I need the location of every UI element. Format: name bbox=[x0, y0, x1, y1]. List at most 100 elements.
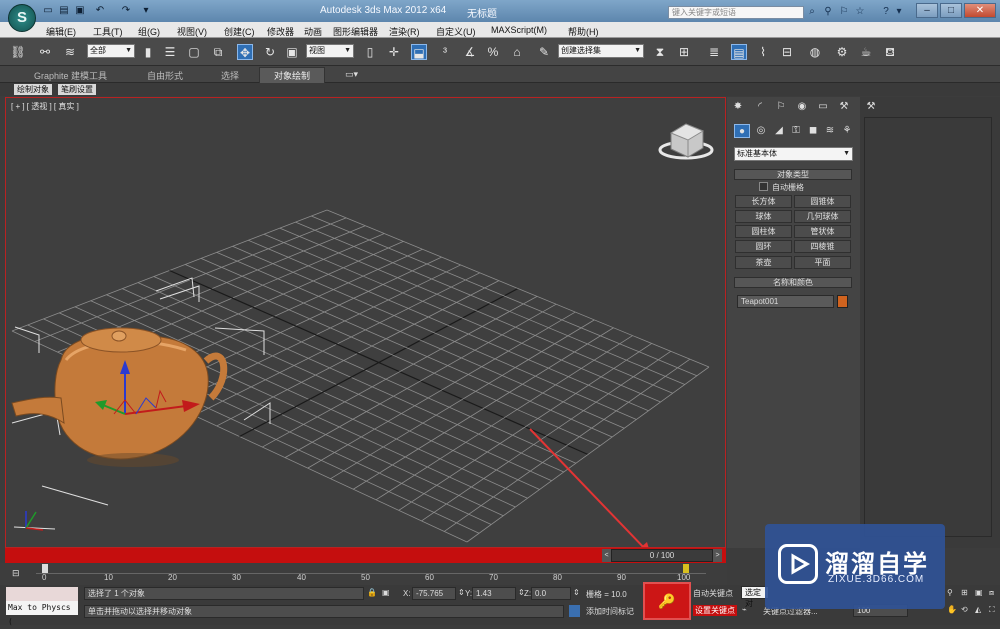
geometry-icon[interactable]: ● bbox=[734, 124, 750, 138]
tube-button[interactable]: 管状体 bbox=[794, 225, 851, 238]
lock-selection-icon[interactable]: 🔒 bbox=[367, 588, 377, 597]
pan-view-icon[interactable]: ✋ bbox=[947, 605, 957, 614]
render-setup-icon[interactable]: ⚙ bbox=[834, 44, 850, 60]
display-tab-icon[interactable]: ▭ bbox=[815, 100, 831, 114]
time-slider[interactable]: < 0 / 100 > bbox=[5, 548, 726, 563]
reference-coordinate-dropdown[interactable]: 视图 ▼ bbox=[306, 44, 354, 58]
rendered-frame-icon[interactable]: ☕ bbox=[858, 44, 874, 60]
object-type-rollout-header[interactable]: 对象类型 bbox=[734, 169, 852, 180]
utilities-tab-icon[interactable]: ⚒ bbox=[836, 100, 852, 114]
maximize-viewport-icon[interactable]: ⛶ bbox=[989, 605, 995, 615]
cylinder-button[interactable]: 圆柱体 bbox=[735, 225, 792, 238]
menu-views[interactable]: 视图(V) bbox=[177, 25, 207, 38]
quick-access-dropdown-icon[interactable]: ▾ bbox=[140, 5, 152, 16]
menu-maxscript[interactable]: MAXScript(M) bbox=[491, 25, 547, 35]
cone-button[interactable]: 圆锥体 bbox=[794, 195, 851, 208]
window-crossing-icon[interactable]: ⧉ bbox=[210, 44, 226, 60]
unlink-icon[interactable]: ⚯ bbox=[37, 44, 53, 60]
object-name-input[interactable]: Teapot001 bbox=[737, 295, 834, 308]
ribbon-minimize-icon[interactable]: ▭▾ bbox=[345, 69, 358, 80]
set-key-button[interactable]: 设置关键点 bbox=[693, 605, 737, 616]
menu-help[interactable]: 帮助(H) bbox=[568, 25, 599, 38]
autogrid-checkbox[interactable] bbox=[759, 182, 768, 191]
curve-editor-icon[interactable]: ⌇ bbox=[755, 44, 771, 60]
select-and-move-icon[interactable]: ✥ bbox=[237, 44, 253, 60]
select-and-rotate-icon[interactable]: ↻ bbox=[262, 44, 278, 60]
open-file-icon[interactable]: ▤ bbox=[58, 5, 70, 16]
panel-tab-icon[interactable]: ⚒ bbox=[863, 100, 879, 114]
motion-tab-icon[interactable]: ◉ bbox=[794, 100, 810, 114]
render-production-icon[interactable]: ⛾ bbox=[882, 44, 898, 60]
tab-graphite-modeling[interactable]: Graphite 建模工具 bbox=[34, 69, 107, 82]
align-icon[interactable]: ⊞ bbox=[676, 44, 692, 60]
x-spinner-icon[interactable]: ⇕ bbox=[458, 588, 465, 597]
modify-tab-icon[interactable]: ◜ bbox=[752, 100, 768, 114]
box-button[interactable]: 长方体 bbox=[735, 195, 792, 208]
cameras-icon[interactable]: ⚿ bbox=[788, 124, 804, 138]
geosphere-button[interactable]: 几何球体 bbox=[794, 210, 851, 223]
time-slider-thumb[interactable]: 0 / 100 bbox=[611, 549, 713, 562]
help-icon[interactable]: ? bbox=[880, 6, 892, 18]
redo-icon[interactable]: ↷ bbox=[120, 5, 132, 16]
menu-create[interactable]: 创建(C) bbox=[224, 25, 255, 38]
angle-snap-icon[interactable]: ∡ bbox=[462, 44, 478, 60]
menu-rendering[interactable]: 渲染(R) bbox=[389, 25, 420, 38]
zoom-extents-icon[interactable]: ▣ bbox=[975, 588, 983, 597]
time-tag-icon[interactable] bbox=[569, 605, 580, 617]
maxscript-mini-listener[interactable] bbox=[6, 587, 78, 601]
subscription-icon[interactable]: ⚲ bbox=[822, 6, 834, 18]
maximize-button[interactable]: □ bbox=[940, 3, 962, 18]
spinner-snap-icon[interactable]: ⌂ bbox=[509, 44, 525, 60]
viewport-label[interactable]: [ + ] [ 透视 ] [ 真实 ] bbox=[11, 101, 79, 112]
subtab-paint-objects[interactable]: 绘制对象 bbox=[14, 84, 52, 95]
search-input[interactable]: 键入关键字或短语 bbox=[668, 6, 804, 19]
menu-edit[interactable]: 编辑(E) bbox=[46, 25, 76, 38]
layer-manager-icon[interactable]: ≣ bbox=[706, 44, 722, 60]
graphite-toggle-icon[interactable]: ▤ bbox=[731, 44, 747, 60]
selection-filter-dropdown[interactable]: 全部 ▼ bbox=[87, 44, 135, 58]
time-slider-prev-icon[interactable]: < bbox=[602, 549, 611, 562]
tab-freeform[interactable]: 自由形式 bbox=[147, 69, 183, 82]
teapot-object[interactable] bbox=[11, 327, 228, 467]
auto-key-button[interactable]: 自动关键点 bbox=[693, 588, 733, 599]
y-coordinate-field[interactable]: 1.43 bbox=[472, 587, 516, 600]
space-warps-icon[interactable]: ≋ bbox=[822, 124, 838, 138]
rectangular-region-icon[interactable]: ▢ bbox=[186, 44, 202, 60]
z-coordinate-field[interactable]: 0.0 bbox=[531, 587, 571, 600]
edit-named-selection-icon[interactable]: ✎ bbox=[536, 44, 552, 60]
app-menu-button[interactable]: S bbox=[8, 4, 36, 32]
select-by-name-icon[interactable]: ☰ bbox=[162, 44, 178, 60]
new-file-icon[interactable]: ▭ bbox=[42, 5, 54, 16]
current-frame-marker[interactable] bbox=[42, 564, 48, 573]
teapot-button[interactable]: 茶壶 bbox=[735, 256, 792, 269]
create-tab-icon[interactable]: ✸ bbox=[730, 100, 746, 114]
percent-snap-icon[interactable]: % bbox=[485, 44, 501, 60]
hierarchy-tab-icon[interactable]: ⚐ bbox=[773, 100, 789, 114]
keyboard-shortcut-override-icon[interactable]: ⬓ bbox=[411, 44, 427, 60]
menu-modifiers[interactable]: 修改器 bbox=[267, 25, 294, 38]
pivot-center-icon[interactable]: ▯ bbox=[362, 44, 378, 60]
select-object-icon[interactable]: ▮ bbox=[140, 44, 156, 60]
x-coordinate-field[interactable]: -75.765 bbox=[412, 587, 456, 600]
zoom-extents-all-icon[interactable]: ⧈ bbox=[989, 588, 994, 598]
select-manipulate-icon[interactable]: ✛ bbox=[386, 44, 402, 60]
object-color-swatch[interactable] bbox=[837, 295, 848, 308]
close-button[interactable]: ✕ bbox=[964, 3, 996, 18]
field-of-view-icon[interactable]: ◭ bbox=[975, 605, 981, 614]
set-key-big-button[interactable]: 🔑 bbox=[643, 582, 691, 620]
search-icon[interactable]: ⌕ bbox=[806, 6, 818, 18]
minimize-button[interactable]: – bbox=[916, 3, 938, 18]
absolute-mode-icon[interactable]: ▣ bbox=[382, 588, 390, 597]
named-selection-dropdown[interactable]: 创建选择集 ▼ bbox=[558, 44, 644, 58]
lights-icon[interactable]: ◢ bbox=[771, 124, 787, 138]
sphere-button[interactable]: 球体 bbox=[735, 210, 792, 223]
favorites-icon[interactable]: ☆ bbox=[854, 6, 866, 18]
key-mode-icon[interactable]: ⌁ bbox=[742, 605, 747, 614]
subtab-brush-settings[interactable]: 笔刷设置 bbox=[58, 84, 96, 95]
tab-object-paint[interactable]: 对象绘制 bbox=[259, 67, 326, 84]
maxscript-listener-text[interactable]: Max to Physcs ( bbox=[6, 601, 78, 626]
time-slider-next-icon[interactable]: > bbox=[713, 549, 722, 562]
undo-icon[interactable]: ↶ bbox=[94, 5, 106, 16]
save-file-icon[interactable]: ▣ bbox=[74, 5, 86, 16]
helpers-icon[interactable]: ◼ bbox=[805, 124, 821, 138]
